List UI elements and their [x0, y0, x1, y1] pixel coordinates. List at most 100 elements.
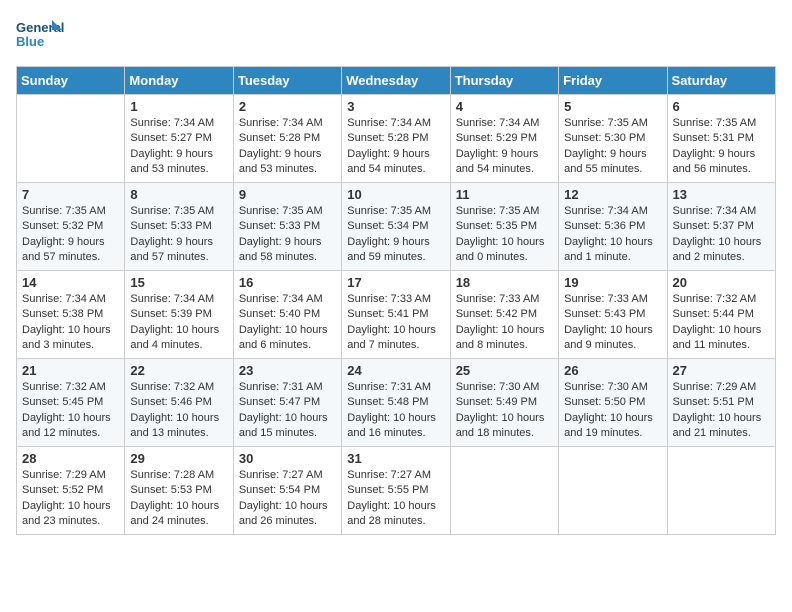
- week-row-2: 7 Sunrise: 7:35 AM Sunset: 5:32 PM Daylig…: [17, 183, 776, 271]
- calendar-cell: [559, 447, 667, 535]
- day-number: 20: [673, 275, 770, 290]
- day-number: 11: [456, 187, 553, 202]
- day-info: Sunrise: 7:33 AM Sunset: 5:41 PM Dayligh…: [347, 292, 444, 354]
- day-info: Sunrise: 7:32 AM Sunset: 5:46 PM Dayligh…: [130, 380, 227, 442]
- day-number: 16: [239, 275, 336, 290]
- calendar-cell: [667, 447, 775, 535]
- calendar-cell: 26 Sunrise: 7:30 AM Sunset: 5:50 PM Dayli…: [559, 359, 667, 447]
- day-number: 2: [239, 99, 336, 114]
- day-number: 8: [130, 187, 227, 202]
- page-header: GeneralBlue: [16, 16, 776, 56]
- day-info: Sunrise: 7:34 AM Sunset: 5:36 PM Dayligh…: [564, 204, 661, 266]
- calendar-cell: 2 Sunrise: 7:34 AM Sunset: 5:28 PM Daylig…: [233, 95, 341, 183]
- day-number: 31: [347, 451, 444, 466]
- calendar-cell: 28 Sunrise: 7:29 AM Sunset: 5:52 PM Dayli…: [17, 447, 125, 535]
- calendar-cell: 4Sunrise: 7:34 AM Sunset: 5:29 PM Daylig…: [450, 95, 558, 183]
- day-info: Sunrise: 7:34 AM Sunset: 5:40 PM Dayligh…: [239, 292, 336, 354]
- day-info: Sunrise: 7:34 AM Sunset: 5:27 PM Dayligh…: [130, 116, 227, 178]
- day-info: Sunrise: 7:35 AM Sunset: 5:30 PM Dayligh…: [564, 116, 661, 178]
- day-info: Sunrise: 7:27 AM Sunset: 5:55 PM Dayligh…: [347, 468, 444, 530]
- calendar-cell: 3 Sunrise: 7:34 AM Sunset: 5:28 PM Daylig…: [342, 95, 450, 183]
- week-row-3: 14 Sunrise: 7:34 AM Sunset: 5:38 PM Dayli…: [17, 271, 776, 359]
- day-info: Sunrise: 7:30 AM Sunset: 5:49 PM Dayligh…: [456, 380, 553, 442]
- calendar-cell: 17 Sunrise: 7:33 AM Sunset: 5:41 PM Dayli…: [342, 271, 450, 359]
- day-info: Sunrise: 7:35 AM Sunset: 5:33 PM Dayligh…: [239, 204, 336, 266]
- day-info: Sunrise: 7:29 AM Sunset: 5:52 PM Dayligh…: [22, 468, 119, 530]
- day-info: Sunrise: 7:32 AM Sunset: 5:44 PM Dayligh…: [673, 292, 770, 354]
- calendar-table: SundayMondayTuesdayWednesdayThursdayFrid…: [16, 66, 776, 535]
- day-info: Sunrise: 7:35 AM Sunset: 5:33 PM Dayligh…: [130, 204, 227, 266]
- day-header-tuesday: Tuesday: [233, 67, 341, 95]
- day-info: Sunrise: 7:35 AM Sunset: 5:34 PM Dayligh…: [347, 204, 444, 266]
- day-header-monday: Monday: [125, 67, 233, 95]
- day-number: 1: [130, 99, 227, 114]
- day-info: Sunrise: 7:34 AM Sunset: 5:28 PM Dayligh…: [239, 116, 336, 178]
- calendar-cell: 10Sunrise: 7:35 AM Sunset: 5:34 PM Dayli…: [342, 183, 450, 271]
- day-number: 7: [22, 187, 119, 202]
- day-info: Sunrise: 7:28 AM Sunset: 5:53 PM Dayligh…: [130, 468, 227, 530]
- calendar-cell: 22Sunrise: 7:32 AM Sunset: 5:46 PM Dayli…: [125, 359, 233, 447]
- calendar-cell: 18 Sunrise: 7:33 AM Sunset: 5:42 PM Dayli…: [450, 271, 558, 359]
- day-number: 9: [239, 187, 336, 202]
- day-info: Sunrise: 7:29 AM Sunset: 5:51 PM Dayligh…: [673, 380, 770, 442]
- day-info: Sunrise: 7:34 AM Sunset: 5:39 PM Dayligh…: [130, 292, 227, 354]
- day-number: 3: [347, 99, 444, 114]
- day-number: 6: [673, 99, 770, 114]
- day-number: 19: [564, 275, 661, 290]
- day-info: Sunrise: 7:31 AM Sunset: 5:47 PM Dayligh…: [239, 380, 336, 442]
- svg-text:Blue: Blue: [16, 34, 44, 49]
- day-number: 27: [673, 363, 770, 378]
- day-info: Sunrise: 7:33 AM Sunset: 5:43 PM Dayligh…: [564, 292, 661, 354]
- day-number: 28: [22, 451, 119, 466]
- calendar-cell: 7 Sunrise: 7:35 AM Sunset: 5:32 PM Daylig…: [17, 183, 125, 271]
- calendar-cell: 14 Sunrise: 7:34 AM Sunset: 5:38 PM Dayli…: [17, 271, 125, 359]
- week-row-4: 21Sunrise: 7:32 AM Sunset: 5:45 PM Dayli…: [17, 359, 776, 447]
- day-info: Sunrise: 7:34 AM Sunset: 5:38 PM Dayligh…: [22, 292, 119, 354]
- calendar-cell: [17, 95, 125, 183]
- day-number: 26: [564, 363, 661, 378]
- calendar-cell: 27 Sunrise: 7:29 AM Sunset: 5:51 PM Dayli…: [667, 359, 775, 447]
- calendar-cell: 25 Sunrise: 7:30 AM Sunset: 5:49 PM Dayli…: [450, 359, 558, 447]
- calendar-cell: 11 Sunrise: 7:35 AM Sunset: 5:35 PM Dayli…: [450, 183, 558, 271]
- header-row: SundayMondayTuesdayWednesdayThursdayFrid…: [17, 67, 776, 95]
- day-number: 30: [239, 451, 336, 466]
- calendar-cell: 8 Sunrise: 7:35 AM Sunset: 5:33 PM Daylig…: [125, 183, 233, 271]
- day-header-thursday: Thursday: [450, 67, 558, 95]
- day-number: 24: [347, 363, 444, 378]
- calendar-cell: 16 Sunrise: 7:34 AM Sunset: 5:40 PM Dayli…: [233, 271, 341, 359]
- calendar-cell: 12 Sunrise: 7:34 AM Sunset: 5:36 PM Dayli…: [559, 183, 667, 271]
- day-info: Sunrise: 7:34 AM Sunset: 5:28 PM Dayligh…: [347, 116, 444, 178]
- day-number: 21: [22, 363, 119, 378]
- day-info: Sunrise: 7:34 AM Sunset: 5:37 PM Dayligh…: [673, 204, 770, 266]
- calendar-cell: 29 Sunrise: 7:28 AM Sunset: 5:53 PM Dayli…: [125, 447, 233, 535]
- day-info: Sunrise: 7:34 AM Sunset: 5:29 PM Dayligh…: [456, 116, 553, 178]
- day-header-saturday: Saturday: [667, 67, 775, 95]
- day-number: 25: [456, 363, 553, 378]
- calendar-cell: 13 Sunrise: 7:34 AM Sunset: 5:37 PM Dayli…: [667, 183, 775, 271]
- week-row-1: 1 Sunrise: 7:34 AM Sunset: 5:27 PM Daylig…: [17, 95, 776, 183]
- day-number: 18: [456, 275, 553, 290]
- day-header-wednesday: Wednesday: [342, 67, 450, 95]
- calendar-cell: 6Sunrise: 7:35 AM Sunset: 5:31 PM Daylig…: [667, 95, 775, 183]
- calendar-cell: 20 Sunrise: 7:32 AM Sunset: 5:44 PM Dayli…: [667, 271, 775, 359]
- day-number: 29: [130, 451, 227, 466]
- day-info: Sunrise: 7:30 AM Sunset: 5:50 PM Dayligh…: [564, 380, 661, 442]
- calendar-cell: 24 Sunrise: 7:31 AM Sunset: 5:48 PM Dayli…: [342, 359, 450, 447]
- day-info: Sunrise: 7:27 AM Sunset: 5:54 PM Dayligh…: [239, 468, 336, 530]
- logo-icon: GeneralBlue: [16, 16, 66, 56]
- day-number: 14: [22, 275, 119, 290]
- day-number: 17: [347, 275, 444, 290]
- day-info: Sunrise: 7:35 AM Sunset: 5:32 PM Dayligh…: [22, 204, 119, 266]
- day-number: 15: [130, 275, 227, 290]
- day-number: 5: [564, 99, 661, 114]
- day-info: Sunrise: 7:31 AM Sunset: 5:48 PM Dayligh…: [347, 380, 444, 442]
- calendar-cell: 1 Sunrise: 7:34 AM Sunset: 5:27 PM Daylig…: [125, 95, 233, 183]
- week-row-5: 28 Sunrise: 7:29 AM Sunset: 5:52 PM Dayli…: [17, 447, 776, 535]
- calendar-cell: 15 Sunrise: 7:34 AM Sunset: 5:39 PM Dayli…: [125, 271, 233, 359]
- day-number: 13: [673, 187, 770, 202]
- logo: GeneralBlue: [16, 16, 66, 56]
- day-info: Sunrise: 7:35 AM Sunset: 5:35 PM Dayligh…: [456, 204, 553, 266]
- calendar-cell: [450, 447, 558, 535]
- day-number: 12: [564, 187, 661, 202]
- day-info: Sunrise: 7:33 AM Sunset: 5:42 PM Dayligh…: [456, 292, 553, 354]
